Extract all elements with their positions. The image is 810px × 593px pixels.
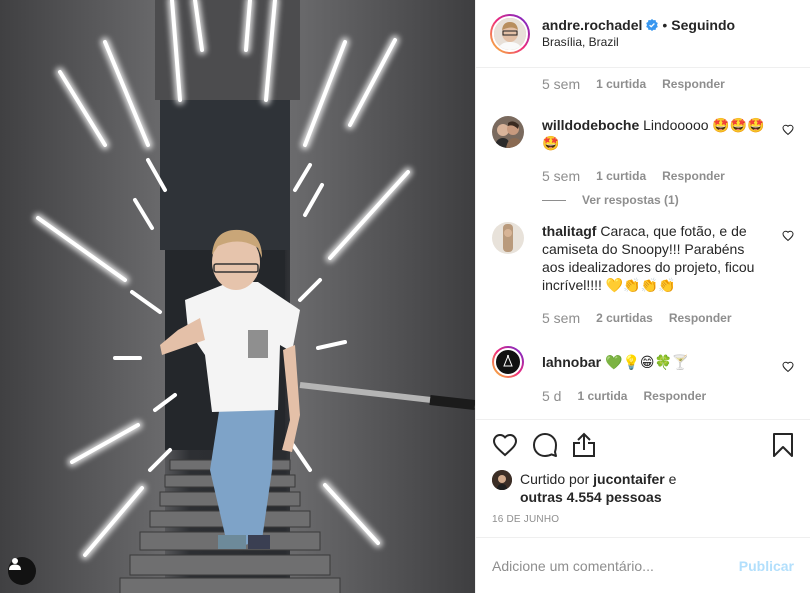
comment-icon[interactable] — [532, 432, 558, 458]
bookmark-icon[interactable] — [772, 432, 794, 458]
liker-username[interactable]: jucontaifer — [593, 471, 665, 487]
following-button[interactable]: Seguindo — [671, 17, 735, 34]
comment-like-heart-icon[interactable] — [782, 123, 794, 141]
view-replies-button[interactable]: Ver respostas (1) — [542, 188, 794, 212]
comment-likes[interactable]: 1 curtida — [596, 77, 646, 91]
comment-item: lahnobar 💚💡😁🍀🍸 — [492, 346, 794, 378]
reply-button[interactable]: Responder — [662, 77, 725, 91]
post-modal: andre.rochadel • Seguindo Brasília, Braz… — [0, 0, 810, 593]
photo-scene — [0, 0, 475, 593]
comment-text: 💚💡😁🍀🍸 — [605, 354, 690, 370]
commenter-avatar[interactable] — [492, 116, 524, 148]
liked-by-and: e — [668, 471, 677, 487]
comment-meta: 5 sem 2 curtidas Responder — [542, 306, 794, 330]
verified-badge-icon — [646, 19, 659, 31]
comments-list[interactable]: 5 sem 1 curtida Responder willdodeboche … — [476, 68, 810, 419]
comment-like-heart-icon[interactable] — [782, 229, 794, 247]
commenter-username[interactable]: thalitagf — [542, 223, 596, 239]
comment-time[interactable]: 5 sem — [542, 76, 580, 92]
view-replies-line — [542, 199, 566, 201]
comment-input[interactable] — [492, 557, 739, 574]
comment-time[interactable]: 5 d — [542, 388, 561, 404]
liker-avatar[interactable] — [492, 470, 512, 490]
comment-meta: 5 sem 1 curtida Responder — [542, 164, 794, 188]
post-actions: Curtido por jucontaifer e outras 4.554 p… — [476, 419, 810, 537]
post-sidebar: andre.rochadel • Seguindo Brasília, Braz… — [475, 0, 810, 593]
post-photo[interactable] — [0, 0, 475, 593]
comment-likes[interactable]: 2 curtidas — [596, 311, 653, 325]
post-location[interactable]: Brasília, Brazil — [542, 34, 735, 51]
liked-by: Curtido por jucontaifer e outras 4.554 p… — [492, 470, 794, 506]
likes-count[interactable]: outras 4.554 pessoas — [520, 489, 662, 505]
comment-time[interactable]: 5 sem — [542, 168, 580, 184]
comment-like-heart-icon[interactable] — [782, 360, 794, 378]
comment-time[interactable]: 5 sem — [542, 310, 580, 326]
author-avatar-image — [494, 17, 526, 50]
reply-button[interactable]: Responder — [662, 169, 725, 183]
user-tag-glyph — [9, 558, 21, 570]
user-tag-icon[interactable] — [8, 557, 36, 585]
comment-item: thalitagf Caraca, que fotão, e de camise… — [492, 222, 794, 294]
comment-item: willdodeboche Lindooooo 🤩🤩🤩🤩 — [492, 116, 794, 152]
commenter-username[interactable]: willdodeboche — [542, 117, 639, 133]
commenter-username[interactable]: lahnobar — [542, 354, 601, 370]
author-avatar[interactable] — [490, 13, 530, 54]
comment-likes[interactable]: 1 curtida — [596, 169, 646, 183]
add-comment-bar: Publicar — [476, 537, 810, 593]
separator-dot: • — [662, 16, 668, 33]
reply-button[interactable]: Responder — [669, 311, 732, 325]
commenter-avatar[interactable] — [492, 346, 524, 378]
author-username[interactable]: andre.rochadel — [542, 17, 642, 34]
view-replies-label: Ver respostas (1) — [582, 193, 679, 207]
share-icon[interactable] — [572, 432, 596, 458]
reply-button[interactable]: Responder — [643, 389, 706, 403]
post-date[interactable]: 16 DE JUNHO — [492, 514, 794, 525]
comment-meta: 5 sem 1 curtida Responder — [542, 72, 794, 96]
comment-meta: 5 d 1 curtida Responder — [542, 384, 794, 408]
heart-icon[interactable] — [492, 433, 518, 457]
publish-button[interactable]: Publicar — [739, 558, 794, 574]
post-header: andre.rochadel • Seguindo Brasília, Braz… — [476, 0, 810, 68]
comment-likes[interactable]: 1 curtida — [577, 389, 627, 403]
liked-by-prefix: Curtido por — [520, 471, 590, 487]
commenter-avatar[interactable] — [492, 222, 524, 254]
